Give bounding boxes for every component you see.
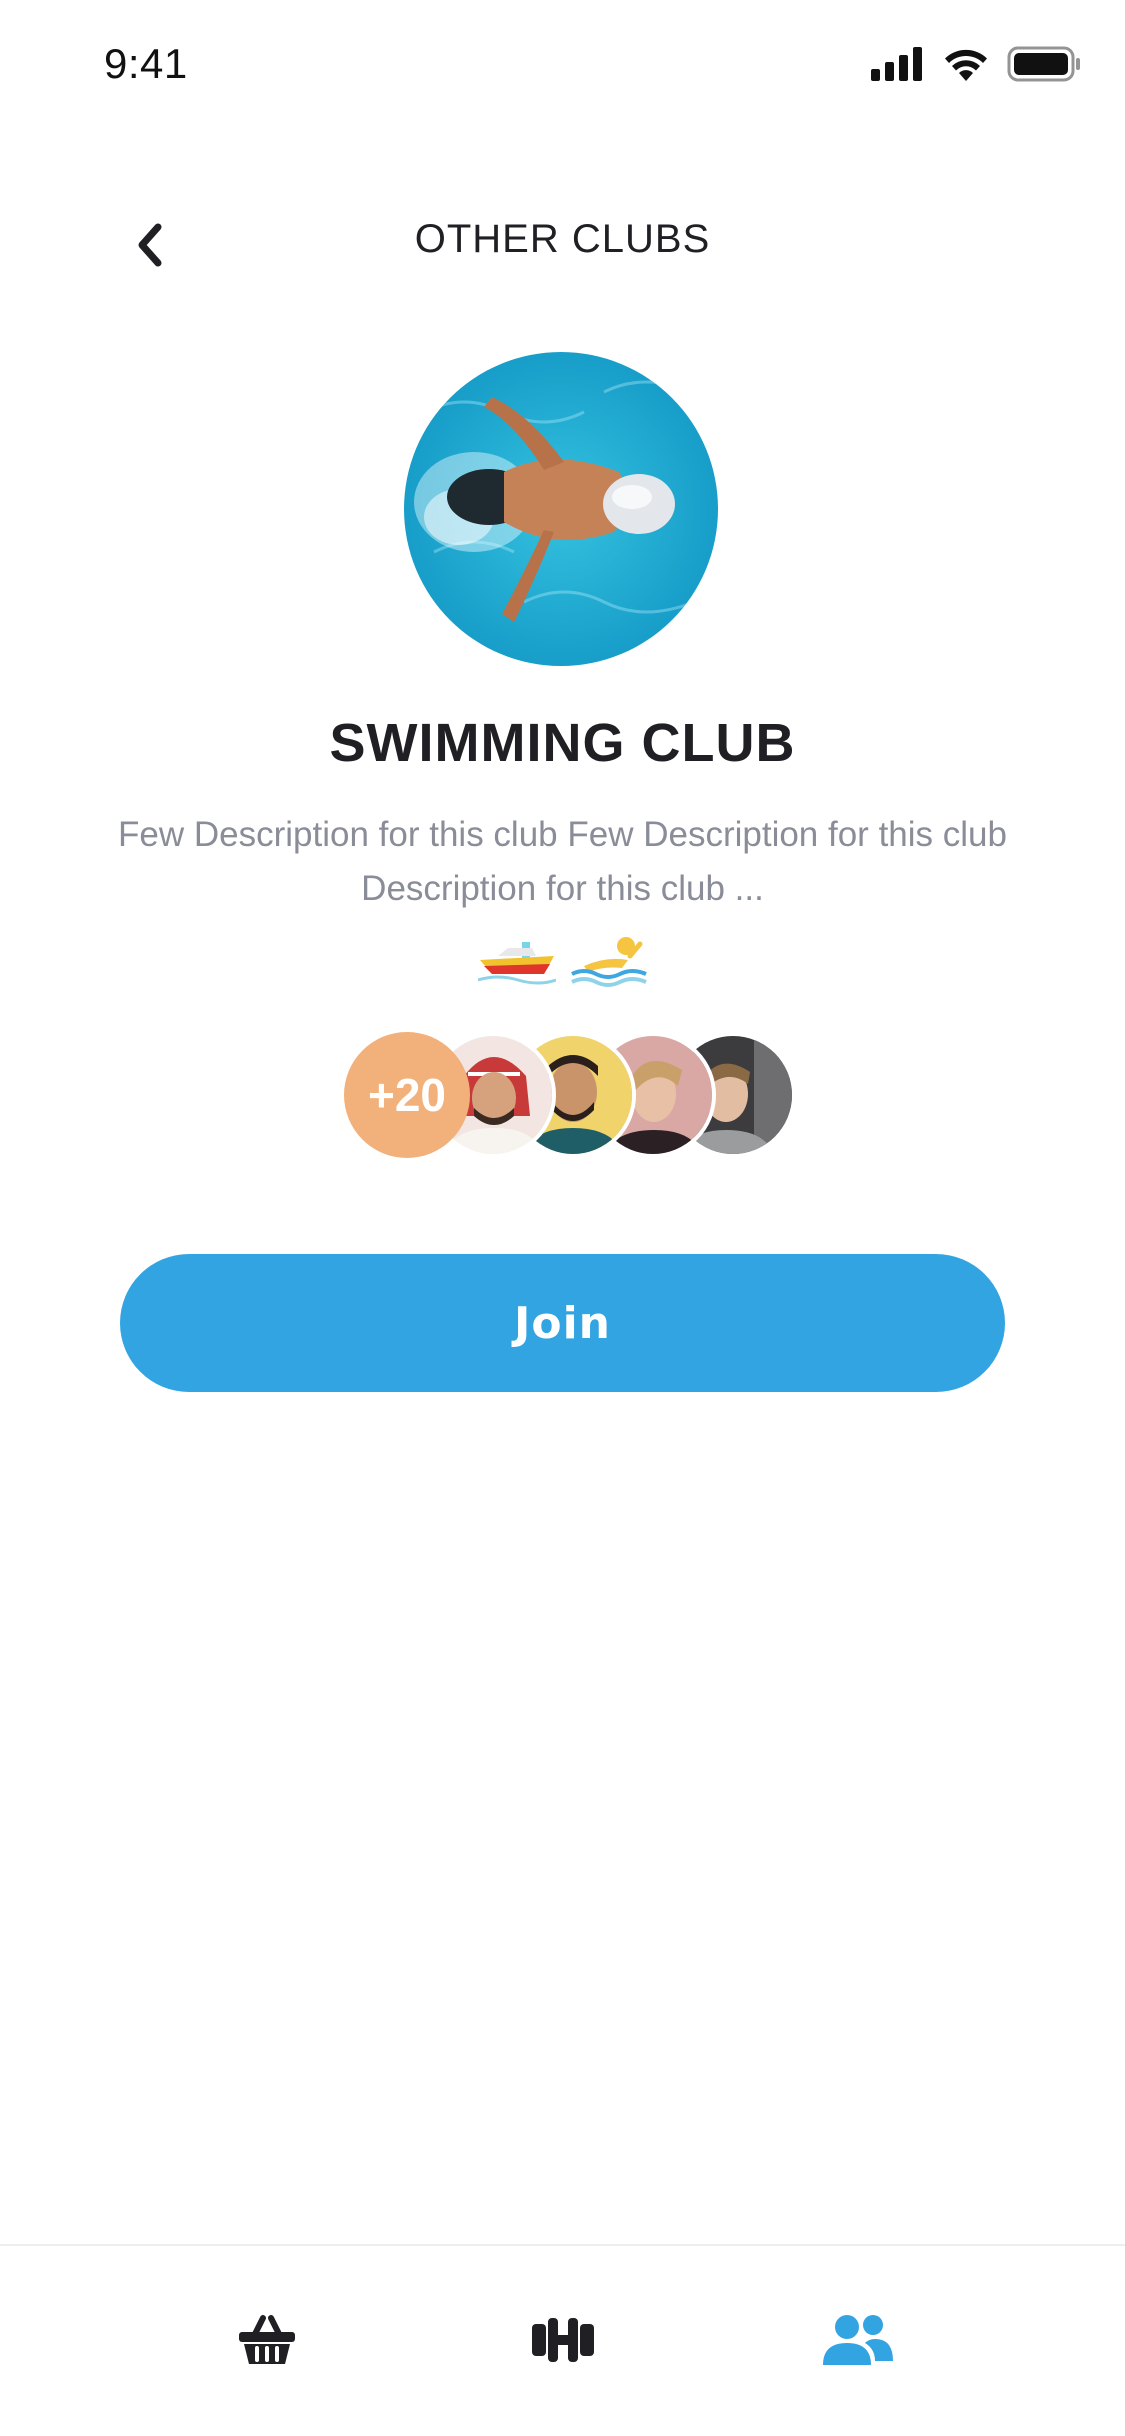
club-photo [404, 352, 718, 666]
join-button[interactable]: Join [120, 1254, 1005, 1392]
dumbbell-icon [532, 2318, 594, 2362]
header: OTHER CLUBS [0, 195, 1125, 285]
speedboat-icon [477, 942, 556, 985]
swimmer-photo [404, 352, 718, 666]
person-swimming-icon [570, 937, 647, 987]
tab-clubs[interactable] [812, 2300, 902, 2380]
battery-icon [1007, 46, 1080, 82]
people-icon [823, 2315, 893, 2365]
club-description: Few Description for this club Few Descri… [118, 815, 1007, 908]
cellular-signal-icon [871, 47, 922, 81]
status-icons [871, 46, 1081, 82]
tab-bar [0, 2244, 1125, 2436]
status-bar: 9:41 [0, 0, 1125, 132]
shop-basket-icon [239, 2315, 295, 2364]
page-title: OTHER CLUBS [414, 217, 711, 261]
club-name: SWIMMING CLUB [329, 713, 796, 773]
member-avatars[interactable]: +20 [344, 1030, 796, 1160]
status-time: 9:41 [104, 40, 188, 87]
tab-shop[interactable] [222, 2300, 312, 2380]
club-emojis [0, 930, 1125, 988]
wifi-icon [945, 49, 987, 81]
tab-workouts[interactable] [518, 2300, 608, 2380]
more-members-badge[interactable]: +20 [344, 1032, 470, 1158]
